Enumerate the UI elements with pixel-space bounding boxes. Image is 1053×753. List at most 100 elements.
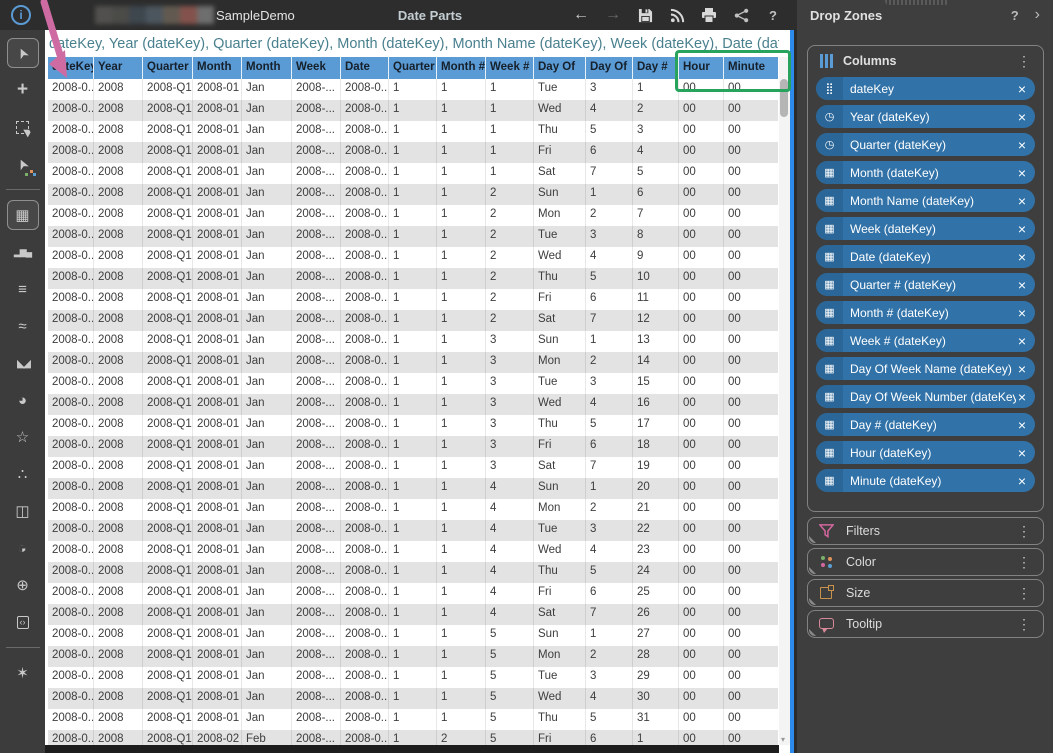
table-cell[interactable]: 2008-...	[292, 79, 341, 100]
table-cell[interactable]: 15	[633, 373, 679, 394]
table-cell[interactable]: 2008	[94, 394, 143, 415]
pie-chart-icon[interactable]: ◕	[7, 385, 39, 415]
table-cell[interactable]: 2008-0...	[341, 562, 389, 583]
table-row[interactable]: 2008-0...20082008-Q12008-01Jan2008-...20…	[48, 478, 778, 499]
table-cell[interactable]: 21	[633, 499, 679, 520]
table-cell[interactable]: 00	[724, 709, 778, 730]
table-cell[interactable]: 2008-0...	[48, 541, 94, 562]
table-cell[interactable]: 00	[679, 667, 724, 688]
table-cell[interactable]: Thu	[534, 709, 586, 730]
table-cell[interactable]: 1	[389, 394, 437, 415]
table-cell[interactable]: Jan	[242, 457, 292, 478]
table-cell[interactable]: 1	[633, 79, 679, 100]
table-cell[interactable]: 2008-01	[193, 478, 242, 499]
table-cell[interactable]: Sat	[534, 457, 586, 478]
table-cell[interactable]: 4	[586, 100, 633, 121]
table-cell[interactable]: Feb	[242, 730, 292, 745]
table-cell[interactable]: Jan	[242, 415, 292, 436]
table-cell[interactable]: 1	[486, 142, 534, 163]
table-cell[interactable]: Wed	[534, 394, 586, 415]
table-cell[interactable]: 7	[586, 310, 633, 331]
scroll-down-icon[interactable]: ▾	[781, 735, 785, 744]
table-cell[interactable]: 12	[633, 310, 679, 331]
table-cell[interactable]: 2008-0...	[341, 79, 389, 100]
table-cell[interactable]: 2008-01	[193, 121, 242, 142]
column-chip[interactable]: ▦Week # (dateKey)×	[816, 329, 1035, 352]
table-cell[interactable]: 2008-0...	[341, 499, 389, 520]
table-cell[interactable]: Fri	[534, 730, 586, 745]
table-cell[interactable]: 1	[389, 226, 437, 247]
chip-close-icon[interactable]: ×	[1016, 305, 1035, 321]
table-cell[interactable]: 2008-0...	[48, 688, 94, 709]
table-cell[interactable]: 8	[633, 226, 679, 247]
table-cell[interactable]: 3	[486, 394, 534, 415]
table-cell[interactable]: Fri	[534, 289, 586, 310]
table-cell[interactable]: 2008-Q1	[143, 100, 193, 121]
table-cell[interactable]: Jan	[242, 688, 292, 709]
chip-close-icon[interactable]: ×	[1016, 249, 1035, 265]
share-icon[interactable]	[732, 5, 750, 25]
table-cell[interactable]: 1	[437, 331, 486, 352]
table-cell[interactable]: 1	[437, 142, 486, 163]
table-cell[interactable]: 3	[586, 373, 633, 394]
table-cell[interactable]: 2008	[94, 625, 143, 646]
table-cell[interactable]: 2008-...	[292, 331, 341, 352]
table-cell[interactable]: 2008-0...	[48, 499, 94, 520]
table-cell[interactable]: 2	[486, 226, 534, 247]
table-cell[interactable]: 1	[633, 730, 679, 745]
table-cell[interactable]: 4	[486, 541, 534, 562]
ai-recommend-icon[interactable]: ✶	[7, 658, 39, 688]
table-cell[interactable]: 1	[437, 583, 486, 604]
table-cell[interactable]: 2008-Q1	[143, 730, 193, 745]
column-chip[interactable]: ▦Month (dateKey)×	[816, 161, 1035, 184]
table-cell[interactable]: 3	[486, 457, 534, 478]
table-cell[interactable]: 5	[586, 415, 633, 436]
columns-drop-zone[interactable]: Columns ⋮ ⣿dateKey×◷Year (dateKey)×◷Quar…	[807, 45, 1044, 512]
table-cell[interactable]: 00	[679, 415, 724, 436]
table-cell[interactable]: Sun	[534, 625, 586, 646]
table-cell[interactable]: 2008-0...	[341, 520, 389, 541]
table-cell[interactable]: 2008-Q1	[143, 457, 193, 478]
table-cell[interactable]: 00	[724, 100, 778, 121]
table-cell[interactable]: 2008-...	[292, 289, 341, 310]
table-cell[interactable]: 2008-01	[193, 415, 242, 436]
table-cell[interactable]: 2008-01	[193, 205, 242, 226]
table-cell[interactable]: 3	[586, 667, 633, 688]
table-cell[interactable]: Fri	[534, 142, 586, 163]
table-cell[interactable]: Jan	[242, 373, 292, 394]
table-cell[interactable]: 2008-01	[193, 709, 242, 730]
tooltip-drop-zone[interactable]: Tooltip ⋮	[807, 610, 1044, 638]
column-chip[interactable]: ⣿dateKey×	[816, 77, 1035, 100]
table-cell[interactable]: 2008-0...	[48, 667, 94, 688]
table-cell[interactable]: Thu	[534, 562, 586, 583]
table-cell[interactable]: Jan	[242, 268, 292, 289]
table-cell[interactable]: 1	[389, 604, 437, 625]
table-cell[interactable]: 2008	[94, 79, 143, 100]
table-cell[interactable]: Jan	[242, 583, 292, 604]
table-cell[interactable]: 1	[389, 478, 437, 499]
table-cell[interactable]: 2008-0...	[48, 478, 94, 499]
table-cell[interactable]: 2008-Q1	[143, 583, 193, 604]
table-cell[interactable]: 3	[586, 79, 633, 100]
table-cell[interactable]: Jan	[242, 247, 292, 268]
table-cell[interactable]: 3	[633, 121, 679, 142]
table-cell[interactable]: 1	[389, 562, 437, 583]
table-cell[interactable]: 2008	[94, 268, 143, 289]
column-chip[interactable]: ▦Day Of Week Name (dateKey) ...×	[816, 357, 1035, 380]
table-cell[interactable]: 2008-Q1	[143, 142, 193, 163]
table-cell[interactable]: 1	[389, 373, 437, 394]
treemap-icon[interactable]: ◫	[7, 496, 39, 526]
table-cell[interactable]: 7	[586, 604, 633, 625]
table-cell[interactable]: 2008-...	[292, 541, 341, 562]
table-cell[interactable]: 1	[389, 583, 437, 604]
table-cell[interactable]: 2008	[94, 352, 143, 373]
color-drop-zone[interactable]: Color ⋮	[807, 548, 1044, 576]
table-row[interactable]: 2008-0...20082008-Q12008-01Jan2008-...20…	[48, 457, 778, 478]
table-cell[interactable]: 11	[633, 289, 679, 310]
table-row[interactable]: 2008-0...20082008-Q12008-01Jan2008-...20…	[48, 541, 778, 562]
table-cell[interactable]: Fri	[534, 436, 586, 457]
table-cell[interactable]: 00	[724, 604, 778, 625]
chip-close-icon[interactable]: ×	[1016, 165, 1035, 181]
table-row[interactable]: 2008-0...20082008-Q12008-01Jan2008-...20…	[48, 184, 778, 205]
table-cell[interactable]: Jan	[242, 625, 292, 646]
